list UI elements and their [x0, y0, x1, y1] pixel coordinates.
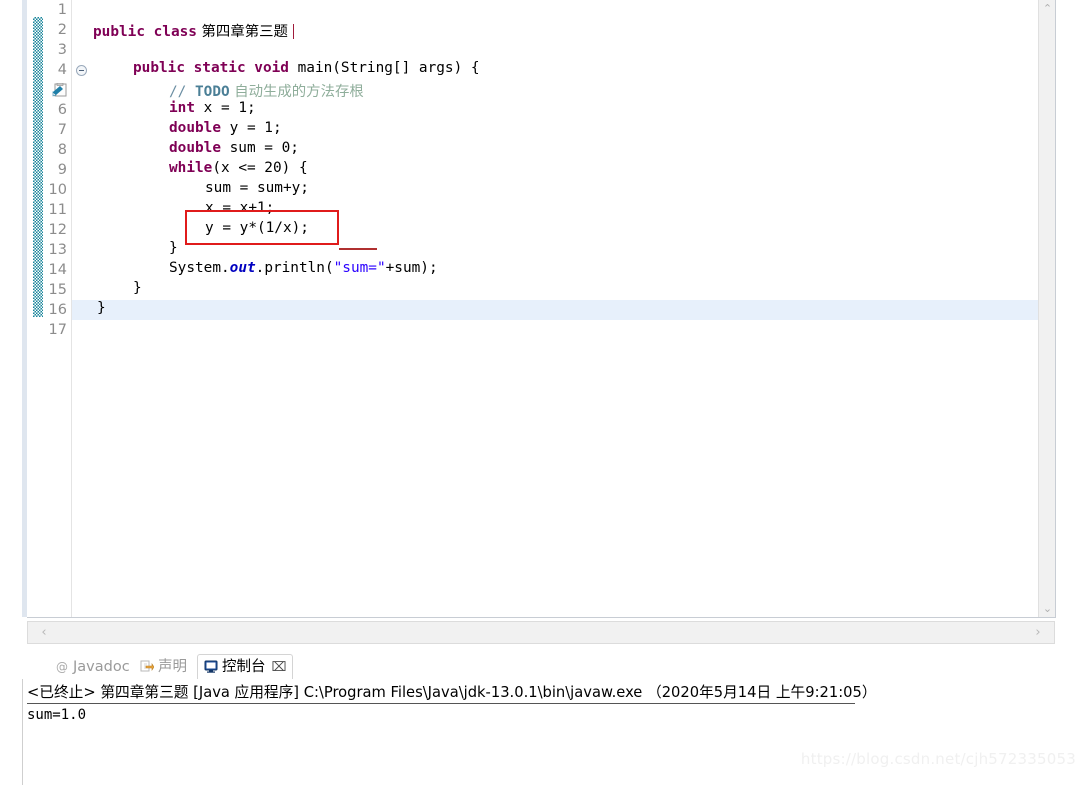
red-annotation-underline — [339, 248, 377, 250]
editor-horizontal-scrollbar[interactable]: ‹ › — [27, 621, 1055, 644]
decl-y: y = 1; — [220, 120, 282, 136]
declaration-icon — [140, 657, 155, 681]
code-line-10[interactable]: sum = sum+y; — [205, 180, 309, 196]
code-line-9[interactable]: while(x <= 20) { — [169, 160, 308, 176]
text-caret — [293, 24, 295, 39]
decl-x: x = 1; — [195, 100, 256, 116]
line-number: 2 — [57, 22, 67, 38]
line-number: 8 — [57, 142, 67, 158]
comment-todo-tag: TODO — [195, 84, 230, 100]
println-call: .println( — [255, 260, 334, 276]
fold-collapse-icon[interactable] — [76, 65, 87, 76]
scroll-up-icon[interactable]: ⌃ — [1039, 0, 1055, 17]
at-icon: @ — [56, 657, 69, 681]
scroll-right-icon[interactable]: › — [1028, 622, 1048, 643]
line-number: 17 — [48, 322, 67, 338]
close-icon[interactable]: ⌧ — [272, 660, 287, 675]
while-close-brace: } — [169, 240, 178, 256]
tab-console[interactable]: 控制台 ⌧ — [197, 654, 294, 680]
code-line-8[interactable]: double sum = 0; — [169, 140, 299, 156]
string-literal: "sum=" — [333, 260, 386, 276]
svg-text:@: @ — [56, 660, 68, 673]
tab-declaration[interactable]: 声明 — [134, 655, 193, 679]
stmt-y-assign: y = y*(1/x); — [205, 220, 309, 236]
tab-javadoc[interactable]: @ Javadoc — [50, 655, 136, 679]
kw-double-sum: double — [169, 140, 221, 156]
code-editor-area: 1 2 3 4 5 6 7 8 9 10 11 12 13 14 15 16 1… — [22, 0, 1084, 645]
editor-vertical-scrollbar[interactable]: ⌃ ⌄ — [1038, 0, 1055, 617]
scroll-down-icon[interactable]: ⌄ — [1039, 600, 1055, 617]
tab-declaration-label: 声明 — [158, 659, 187, 675]
kw-while: while — [169, 160, 213, 176]
code-line-16[interactable]: } — [97, 300, 106, 316]
stmt-x-assign: x = x+1; — [205, 200, 275, 216]
code-line-15[interactable]: } — [133, 280, 142, 296]
decl-sum: sum = 0; — [220, 140, 299, 156]
scroll-left-icon[interactable]: ‹ — [34, 622, 54, 643]
line-number: 4 — [57, 62, 67, 78]
code-line-5[interactable]: // TODO 自动生成的方法存根 — [169, 80, 364, 101]
class-close-brace: } — [97, 300, 106, 316]
code-line-11[interactable]: x = x+1; — [205, 200, 274, 216]
eclipse-ide-window: 1 2 3 4 5 6 7 8 9 10 11 12 13 14 15 16 1… — [0, 0, 1084, 785]
system-ref: System. — [169, 260, 230, 276]
line-number: 1 — [57, 2, 67, 18]
stmt-sum-assign: sum = sum+y; — [205, 180, 309, 196]
code-line-7[interactable]: double y = 1; — [169, 120, 282, 136]
kw-public-class: public class — [93, 24, 197, 40]
code-line-6[interactable]: int x = 1; — [169, 100, 256, 116]
line-number: 9 — [57, 162, 67, 178]
line-number: 3 — [57, 42, 67, 58]
tab-console-label: 控制台 — [222, 659, 266, 675]
line-number: 14 — [48, 262, 67, 278]
code-line-13[interactable]: } — [169, 240, 178, 256]
main-signature: main(String[] args) { — [288, 60, 480, 76]
comment-text: 自动生成的方法存根 — [229, 84, 364, 100]
line-number: 16 — [48, 302, 67, 318]
watermark: https://blog.csdn.net/cjh572335053 — [800, 750, 1076, 768]
code-line-14[interactable]: System.out.println("sum="+sum); — [169, 260, 438, 276]
code-line-12[interactable]: y = y*(1/x); — [205, 220, 309, 236]
tab-javadoc-label: Javadoc — [73, 659, 130, 675]
line-number: 13 — [48, 242, 67, 258]
kw-public-static-void: public static void — [133, 60, 289, 76]
kw-int: int — [169, 100, 195, 116]
comment-slashes: // — [169, 84, 195, 100]
while-condition: (x <= 20) { — [212, 160, 308, 176]
code-line-4[interactable]: public static void main(String[] args) { — [133, 60, 480, 76]
console-output-text: sum=1.0 — [27, 707, 87, 723]
class-name: 第四章第三题 — [196, 24, 293, 40]
println-args-tail: +sum); — [385, 260, 438, 276]
code-line-2[interactable]: public class 第四章第三题 — [93, 20, 295, 41]
line-number: 10 — [48, 182, 67, 198]
field-out: out — [229, 260, 256, 276]
line-number-ruler: 1 2 3 4 5 6 7 8 9 10 11 12 13 14 15 16 1… — [27, 0, 72, 340]
current-line-highlight — [72, 300, 1038, 320]
line-number: 15 — [48, 282, 67, 298]
console-view[interactable]: <已终止> 第四章第三题 [Java 应用程序] C:\Program File… — [22, 679, 1084, 785]
line-number: 6 — [57, 102, 67, 118]
line-number: 12 — [48, 222, 67, 238]
panel-tab-bar: @ Javadoc 声明 控制台 ⌧ — [22, 652, 1084, 680]
main-close-brace: } — [133, 280, 142, 296]
line-number: 7 — [57, 122, 67, 138]
console-launch-header: <已终止> 第四章第三题 [Java 应用程序] C:\Program File… — [27, 684, 877, 701]
editor-frame[interactable]: 1 2 3 4 5 6 7 8 9 10 11 12 13 14 15 16 1… — [27, 0, 1056, 618]
todo-task-marker-icon[interactable] — [52, 82, 67, 97]
console-header-underline — [27, 703, 855, 704]
kw-double-y: double — [169, 120, 221, 136]
line-number: 11 — [48, 202, 67, 218]
